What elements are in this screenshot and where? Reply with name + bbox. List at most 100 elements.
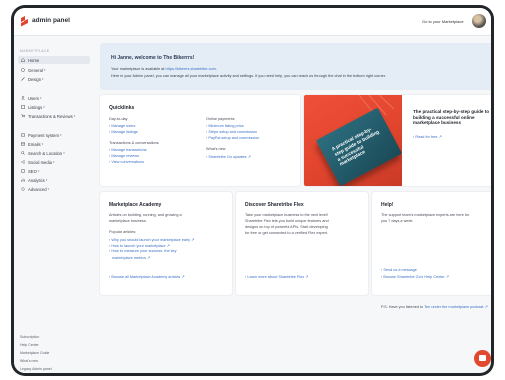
help-desc-line-2: you 7 days a week. <box>381 219 414 223</box>
sharetribe-logo-icon <box>21 16 28 27</box>
marketplace-url-link[interactable]: https://bikerrrs.sharetribe.com <box>166 67 216 71</box>
home-icon <box>21 58 25 62</box>
learn-more-flex-label: Learn more about Sharetribe Flex <box>247 275 305 279</box>
article-key-metrics-label: How to measure your success: the key <box>111 249 177 253</box>
globe-icon <box>21 68 25 72</box>
minimum-listing-price-link[interactable]: › Minimum listing price <box>206 124 244 128</box>
welcome-title: Hi Janne, welcome to The Bikerrrs! <box>111 55 195 61</box>
manage-listings-link[interactable]: › Manage listings <box>109 130 138 134</box>
manage-reviews-label: Manage reviews <box>111 154 139 158</box>
sidebar-section-label: MARKETPLACE <box>20 49 50 53</box>
welcome-line-1-prefix: Your marketplace is available at <box>111 67 166 71</box>
manage-users-link[interactable]: › Manage users <box>109 124 135 128</box>
chevron-down-icon: ▾ <box>73 114 76 118</box>
academy-title: Marketplace Academy <box>109 202 162 208</box>
transactions-heading: Transactions & conversations <box>109 141 159 145</box>
academy-desc-line-2: marketplace business. <box>109 219 147 223</box>
help-chat-button[interactable] <box>474 350 491 367</box>
external-link-icon: ↗ <box>484 305 488 309</box>
chevron-down-icon: ▾ <box>63 151 65 155</box>
article-key-metrics-label-cont: marketplace metrics <box>112 256 146 260</box>
view-conversations-link[interactable]: › View conversations <box>109 160 144 164</box>
online-payments-heading: Online payments <box>206 117 235 121</box>
paypal-setup-link[interactable]: › PayPal setup and commission <box>206 136 259 140</box>
users-icon <box>21 96 25 100</box>
sidebar-item-payment-system[interactable]: Payment system ▾ <box>18 131 90 139</box>
article-key-metrics-link[interactable]: › How to measure your success: the key <box>109 249 177 253</box>
article-how-to-launch-link[interactable]: › How to launch your marketplace ↗ <box>109 243 170 248</box>
sidebar-item-analytics[interactable]: Analytics ▾ <box>18 176 90 184</box>
flex-desc-line-2: Sharetribe Flex lets you build unique fe… <box>245 219 329 223</box>
sharetribe-go-updates-link[interactable]: › Sharetribe Go updates ↗ <box>206 154 251 159</box>
chevron-down-icon: ▾ <box>43 105 45 109</box>
sidebar-footer-subscription[interactable]: Subscription <box>20 335 39 339</box>
share-icon <box>21 160 25 164</box>
flex-card: Discover Sharetribe Flex Take your marke… <box>236 192 368 295</box>
manage-reviews-link[interactable]: › Manage reviews <box>109 154 139 158</box>
welcome-line-2: Here in your Admin panel, you can manage… <box>111 74 386 78</box>
read-for-free-link[interactable]: › Read for free ↗ <box>413 134 442 139</box>
go-to-marketplace-link[interactable]: Go to your Marketplace <box>422 19 464 24</box>
paypal-setup-label: PayPal setup and commission <box>208 136 260 140</box>
browse-help-center-link[interactable]: › Browse Sharetribe Go's Help Center ↗ <box>381 274 449 279</box>
view-conversations-label: View conversations <box>111 160 144 164</box>
top-bar: admin panel Go to your Marketplace <box>14 8 491 36</box>
sidebar-item-search-location[interactable]: Search & Location ▾ <box>18 149 90 157</box>
article-key-metrics-link-cont[interactable]: marketplace metrics ↗ <box>112 255 150 260</box>
sidebar-item-label: Social media <box>28 159 52 165</box>
chevron-down-icon: ▾ <box>59 133 62 137</box>
article-launch-early-label: Why you should launch your marketplace e… <box>111 238 191 242</box>
learn-more-flex-link[interactable]: › Learn more about Sharetribe Flex ↗ <box>245 274 308 279</box>
manage-transactions-label: Manage transactions <box>111 148 147 152</box>
stripe-setup-label: Stripe setup and commission <box>208 130 258 134</box>
chat-icon <box>479 355 486 361</box>
send-message-label: Send us a message <box>383 268 417 272</box>
sidebar-item-label: Payment system <box>28 132 59 138</box>
send-message-link[interactable]: › Send us a message <box>381 268 417 272</box>
quicklinks-card: Quicklinks Day-to-day › Manage users › M… <box>100 95 300 186</box>
welcome-line-1-suffix: . <box>215 67 217 71</box>
sidebar: MARKETPLACE Home General ▾ Design ▾ Users ▾… <box>14 36 94 373</box>
sidebar-item-home[interactable]: Home <box>18 56 90 64</box>
sidebar-item-seo[interactable]: SEO ▾ <box>18 167 90 175</box>
sidebar-item-listings[interactable]: Listings ▾ <box>18 103 90 111</box>
welcome-line-1: Your marketplace is available at https:/… <box>111 67 217 71</box>
stripe-setup-link[interactable]: › Stripe setup and commission <box>206 130 257 134</box>
chevron-down-icon: ▾ <box>43 68 46 72</box>
sidebar-item-label: Home <box>28 57 40 63</box>
sidebar-item-label: Advanced <box>28 186 47 192</box>
avatar[interactable] <box>472 14 486 28</box>
browse-academy-link[interactable]: › Browse all Marketplace Academy article… <box>109 274 185 279</box>
flex-desc-line-1: Take your marketplace business to the ne… <box>245 213 328 217</box>
flex-title: Discover Sharetribe Flex <box>245 202 304 208</box>
sidebar-item-transactions[interactable]: Transactions & Reviews ▾ <box>18 112 90 120</box>
sidebar-footer-marketplace-guide[interactable]: Marketplace Guide <box>20 351 49 355</box>
flex-desc-line-3: designs on top of powerful APIs. Start d… <box>245 225 328 229</box>
guide-book-image[interactable]: A practical step-by-step guide to buildi… <box>304 95 402 186</box>
sidebar-footer-whats-new[interactable]: What's new <box>20 359 38 363</box>
brush-icon <box>21 77 25 81</box>
sidebar-item-label: Emails <box>28 141 41 147</box>
podcast-link[interactable]: Ten under the marketplace podcast <box>424 305 483 309</box>
sidebar-footer-legacy-admin[interactable]: Legacy Admin panel <box>20 367 52 371</box>
article-launch-early-link[interactable]: › Why you should launch your marketplace… <box>109 237 194 242</box>
sidebar-item-label: Listings <box>28 104 43 110</box>
sidebar-item-design[interactable]: Design ▾ <box>18 75 90 83</box>
mail-icon <box>21 142 25 146</box>
academy-card: Marketplace Academy Articles on building… <box>100 192 232 295</box>
sidebar-footer-help-center[interactable]: Help Center <box>20 343 39 347</box>
podcast-ps: P.S. Have you listened to Ten under the … <box>381 304 488 309</box>
sidebar-item-label: General <box>28 67 43 73</box>
manage-transactions-link[interactable]: › Manage transactions <box>109 148 147 152</box>
sidebar-item-users[interactable]: Users ▾ <box>18 94 90 102</box>
external-link-icon: ↗ <box>305 275 309 279</box>
sidebar-item-general[interactable]: General ▾ <box>18 66 90 74</box>
sidebar-item-emails[interactable]: Emails ▾ <box>18 140 90 148</box>
sidebar-item-advanced[interactable]: Advanced ▾ <box>18 185 90 193</box>
sidebar-item-label: Design <box>28 76 42 82</box>
quicklinks-title: Quicklinks <box>109 105 135 111</box>
brand-name[interactable]: admin panel <box>32 17 70 24</box>
sharetribe-go-updates-label: Sharetribe Go updates <box>208 155 247 159</box>
chevron-down-icon: ▾ <box>45 178 48 182</box>
sidebar-item-social-media[interactable]: Social media ▾ <box>18 158 90 166</box>
